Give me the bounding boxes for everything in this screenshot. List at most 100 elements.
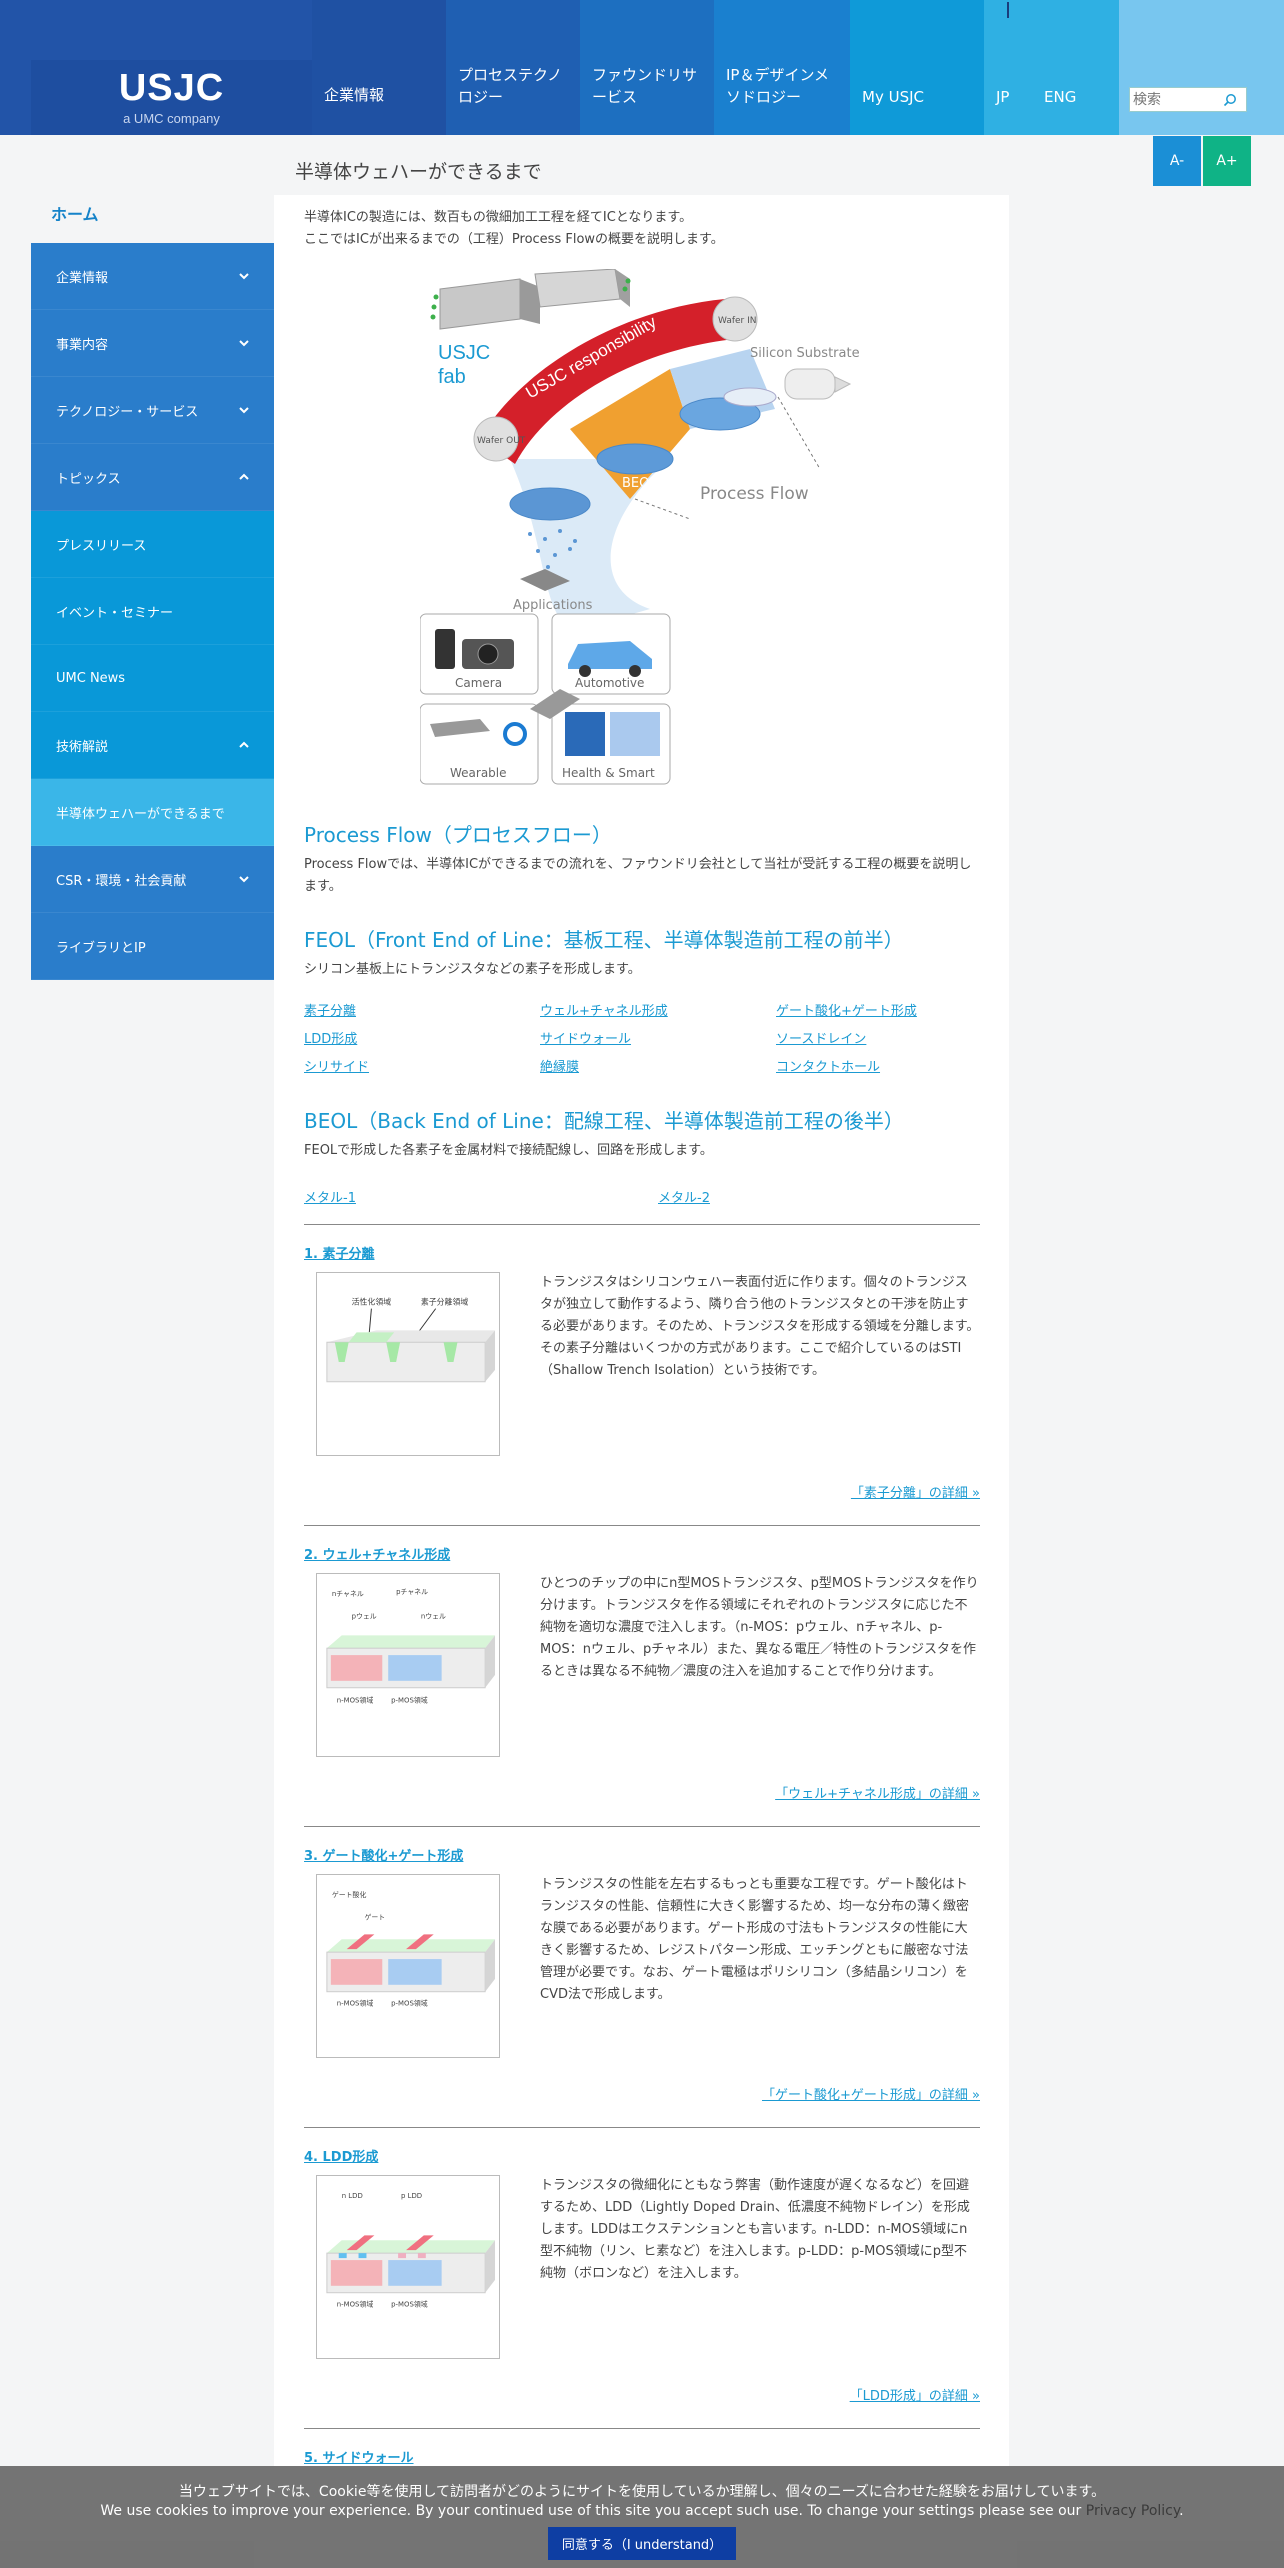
- nav-ip-design[interactable]: IP＆デザインメソドロジー: [714, 0, 850, 135]
- site-header: USJC a UMC company 企業情報 プロセステクノロジー ファウンド…: [0, 0, 1284, 135]
- section-gate: 3. ゲート酸化+ゲート形成 ゲート酸化 ゲート n-MOS領域 p-MOS領域…: [304, 1845, 980, 2128]
- content-column: 半導体ICの製造には、数百もの微細加工工程を経てICとなります。 ここではICが…: [304, 207, 980, 2466]
- chevron-down-icon: [239, 407, 249, 414]
- feol-link-silicide[interactable]: シリサイド: [304, 1057, 540, 1079]
- detail-link[interactable]: 「ウェル+チャネル形成」の詳細 »: [304, 1783, 980, 1802]
- nav-my-usjc[interactable]: My USJC: [850, 0, 984, 135]
- divider: [304, 1826, 980, 1827]
- search-input[interactable]: [1130, 89, 1218, 110]
- section-sidewall: 5. サイドウォール: [304, 2447, 980, 2466]
- sidebar-item-label: 半導体ウェハーができるまで: [56, 806, 225, 822]
- site-logo[interactable]: USJC a UMC company: [31, 60, 312, 135]
- chevron-up-icon: [239, 473, 249, 480]
- fig-label: n-MOS領域: [337, 2300, 374, 2309]
- sidebar-item-label: ライブラリとIP: [56, 940, 146, 956]
- detail-link[interactable]: 「ゲート酸化+ゲート形成」の詳細 »: [304, 2084, 980, 2103]
- cookie-text-jp: 当ウェブサイトでは、Cookie等を使用して訪問者がどのようにサイトを使用してい…: [178, 2484, 1106, 2500]
- sidebar-item-wafer-process[interactable]: 半導体ウェハーができるまで: [31, 779, 274, 846]
- feol-link-grid: 素子分離 ウェル+チャネル形成 ゲート酸化+ゲート形成 LDD形成 サイドウォー…: [304, 1001, 980, 1079]
- privacy-policy-link[interactable]: Privacy Policy: [1086, 2503, 1179, 2519]
- section-title[interactable]: 5. サイドウォール: [304, 2447, 980, 2466]
- feol-label: FEOL: [750, 426, 784, 441]
- sidebar-item-label: イベント・セミナー: [56, 605, 174, 621]
- nav-process-technology[interactable]: プロセステクノロジー: [446, 0, 580, 135]
- nav-company[interactable]: 企業情報: [312, 0, 446, 135]
- page-title: 半導体ウェハーができるまで: [295, 161, 542, 183]
- feol-link-well[interactable]: ウェル+チャネル形成: [540, 1001, 776, 1023]
- fig-label: p-MOS領域: [391, 2300, 428, 2309]
- usjc-fab-label-2: fab: [438, 366, 466, 388]
- detail-link[interactable]: 「素子分離」の詳細 »: [304, 1482, 980, 1501]
- silicon-substrate-label: Silicon Substrate: [750, 346, 860, 361]
- sidebar-item-library-ip[interactable]: ライブラリとIP: [31, 913, 274, 980]
- sidebar-item-topics[interactable]: トピックス: [31, 444, 274, 511]
- detail-link[interactable]: 「LDD形成」の詳細 »: [304, 2385, 980, 2404]
- section-title[interactable]: 2. ウェル+チャネル形成: [304, 1544, 980, 1563]
- chevron-down-icon: [239, 340, 249, 347]
- fig-label: p LDD: [401, 2192, 422, 2200]
- section-text: トランジスタの微細化にともなう弊害（動作速度が遅くなるなど）を回避するため、LD…: [540, 2178, 970, 2281]
- feol-link-contact[interactable]: コンタクトホール: [776, 1057, 980, 1079]
- beol-link-metal-1[interactable]: メタル-1: [304, 1188, 658, 1210]
- chevron-up-icon: [239, 741, 249, 748]
- wafer-out-label: Wafer OUT: [477, 436, 526, 446]
- automotive-label: Automotive: [575, 676, 644, 690]
- usjc-fab-label: USJC: [438, 342, 490, 364]
- lang-eng-link[interactable]: ENG: [1044, 88, 1076, 106]
- health-card: Health & Smart: [551, 703, 671, 785]
- intro-line-1: 半導体ICの製造には、数百もの微細加工工程を経てICとなります。: [304, 210, 693, 225]
- fig-label: 活性化領域: [352, 1297, 392, 1307]
- fig-label: ゲート酸化: [332, 1890, 367, 1899]
- sidebar-item-label: 技術解説: [56, 739, 109, 755]
- font-size-decrease-button[interactable]: A-: [1153, 136, 1201, 186]
- sidebar-item-tech-explain[interactable]: 技術解説: [31, 712, 274, 779]
- cookie-period: .: [1179, 2503, 1184, 2519]
- well-channel-figure: nチャネル pチャネル pウェル nウェル n-MOS領域 p-MOS領域: [316, 1573, 500, 1757]
- sidebar-item-press-release[interactable]: プレスリリース: [31, 511, 274, 578]
- lang-divider: [1007, 2, 1009, 18]
- section-text: ひとつのチップの中にn型MOSトランジスタ、p型MOSトランジスタを作り分けます…: [540, 1576, 979, 1679]
- sidebar-item-label: 企業情報: [56, 270, 109, 286]
- health-label: Health & Smart: [562, 766, 655, 780]
- sidebar-item-company[interactable]: 企業情報: [31, 243, 274, 310]
- feol-link-ldd[interactable]: LDD形成: [304, 1029, 540, 1051]
- nav-foundry-service[interactable]: ファウンドリサービス: [580, 0, 714, 135]
- cookie-accept-button[interactable]: 同意する（I understand）: [547, 2527, 737, 2560]
- section-title[interactable]: 4. LDD形成: [304, 2146, 980, 2165]
- divider: [304, 2127, 980, 2128]
- process-flow-desc: Process Flowでは、半導体ICができるまでの流れを、ファウンドリ会社と…: [304, 857, 972, 894]
- wafer-in-label: Wafer IN: [718, 316, 757, 326]
- cookie-text-en-body: We use cookies to improve your experienc…: [100, 2503, 1082, 2519]
- search-box: [1129, 87, 1247, 112]
- feol-link-isolation[interactable]: 素子分離: [304, 1001, 540, 1023]
- fig-label: n LDD: [342, 2192, 363, 2200]
- feol-link-sidewall[interactable]: サイドウォール: [540, 1029, 776, 1051]
- section-text: トランジスタはシリコンウェハー表面付近に作ります。個々のトランジスタが独立して動…: [540, 1275, 980, 1378]
- feol-link-gate[interactable]: ゲート酸化+ゲート形成: [776, 1001, 980, 1023]
- fig-label: pウェル: [352, 1613, 377, 1621]
- beol-link-metal-2[interactable]: メタル-2: [658, 1188, 980, 1210]
- ldd-figure: n LDD p LDD n-MOS領域 p-MOS領域: [316, 2175, 500, 2359]
- section-title[interactable]: 1. 素子分離: [304, 1243, 980, 1262]
- feol-link-source-drain[interactable]: ソースドレイン: [776, 1029, 980, 1051]
- font-size-increase-button[interactable]: A+: [1203, 136, 1251, 186]
- sidebar-item-events[interactable]: イベント・セミナー: [31, 578, 274, 645]
- process-flow-label: Process Flow: [700, 484, 809, 504]
- process-flow-heading: Process Flow（プロセスフロー）: [304, 823, 612, 847]
- fig-label: nウェル: [421, 1613, 446, 1621]
- sidebar-item-umc-news[interactable]: UMC News: [31, 645, 274, 712]
- beol-desc: FEOLで形成した各素子を金属材料で接続配線し、回路を形成します。: [304, 1143, 713, 1158]
- fig-label: nチャネル: [332, 1590, 364, 1598]
- lang-jp-link[interactable]: JP: [996, 88, 1009, 106]
- language-switcher: JP ENG: [984, 0, 1119, 135]
- feol-link-insulator[interactable]: 絶縁膜: [540, 1057, 776, 1079]
- sidebar-home-link[interactable]: ホーム: [31, 185, 274, 243]
- search-icon[interactable]: [1218, 89, 1242, 111]
- fig-label: p-MOS領域: [391, 1999, 428, 2008]
- sidebar-item-business[interactable]: 事業内容: [31, 310, 274, 377]
- main-content: 半導体ICの製造には、数百もの微細加工工程を経てICとなります。 ここではICが…: [274, 195, 1009, 2568]
- sidebar-item-technology[interactable]: テクノロジー・サービス: [31, 377, 274, 444]
- sidebar-item-csr[interactable]: CSR・環境・社会貢献: [31, 846, 274, 913]
- fig-label: p-MOS領域: [391, 1696, 428, 1705]
- section-title[interactable]: 3. ゲート酸化+ゲート形成: [304, 1845, 980, 1864]
